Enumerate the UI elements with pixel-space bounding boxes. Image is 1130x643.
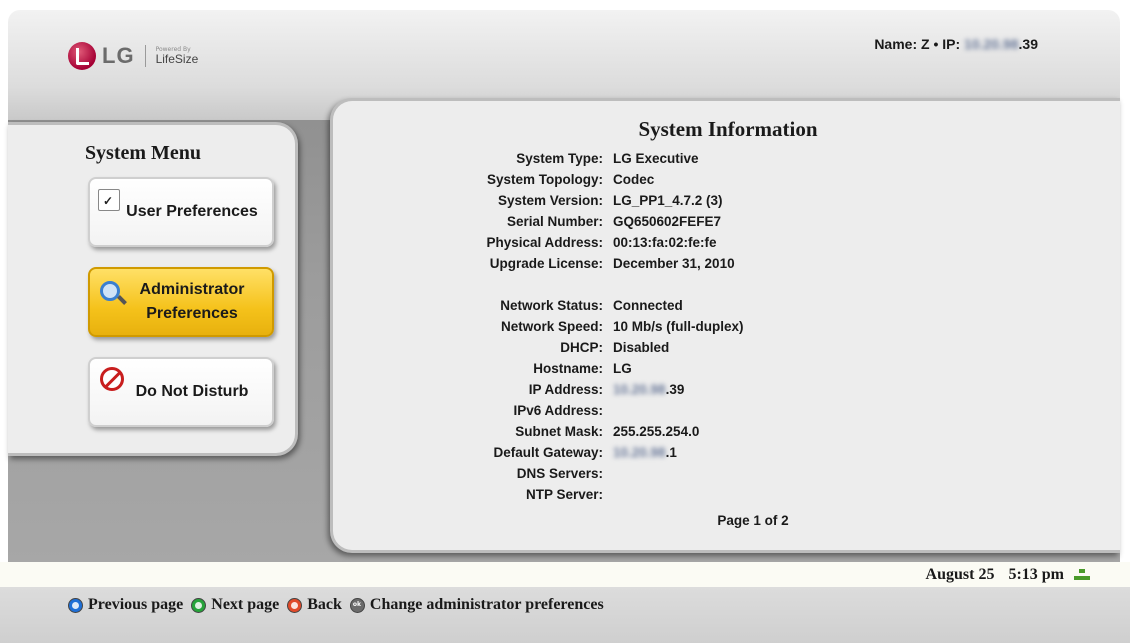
info-row: System Version: LG_PP1_4.7.2 (3) [333, 193, 1123, 214]
ip-suffix: .39 [665, 382, 685, 397]
info-label: Physical Address: [486, 235, 603, 250]
do-not-disturb-label: Do Not Disturb [135, 383, 249, 400]
redacted-gateway: 10.20.98 [613, 445, 666, 460]
info-row: NTP Server: [333, 487, 1123, 508]
info-row: Default Gateway: 10.20.98.1 [333, 445, 1123, 466]
info-label: DHCP: [560, 340, 603, 355]
change-preferences-hint[interactable]: Change administrator preferences [370, 596, 604, 614]
info-row: Upgrade License: December 31, 2010 [333, 256, 1123, 277]
info-label: IP Address: [528, 382, 603, 397]
info-label: System Version: [497, 193, 603, 208]
info-value: December 31, 2010 [613, 256, 735, 271]
system-information-panel: System Information System Type: LG Execut… [330, 98, 1120, 553]
info-row: Hostname: LG [333, 361, 1123, 382]
info-value: LG [613, 361, 632, 376]
panel-title: System Information [638, 117, 818, 141]
info-label: System Topology: [486, 172, 603, 187]
do-not-disturb-button[interactable]: Do Not Disturb [88, 357, 274, 427]
date-text: August 25 [925, 566, 995, 583]
info-label: Upgrade License: [489, 256, 603, 271]
date-time: August 25 5:13 pm [926, 566, 1090, 584]
page-indicator: Page 1 of 2 [717, 513, 789, 528]
blue-button-icon [68, 597, 83, 613]
info-value: 10 Mb/s (full-duplex) [613, 319, 744, 334]
info-value: Disabled [613, 340, 670, 355]
info-value: LG_PP1_4.7.2 (3) [613, 193, 723, 208]
time-text: 5:13 pm [1008, 566, 1064, 583]
partner-name: LifeSize [155, 52, 199, 66]
logo-divider [144, 45, 146, 67]
user-preferences-label: User Preferences [126, 203, 258, 220]
back-hint[interactable]: Back [307, 596, 342, 614]
info-label: NTP Server: [525, 487, 603, 502]
ip-label: IP: [942, 36, 961, 52]
info-row: DNS Servers: [333, 466, 1123, 487]
ip-redacted: 10.20.98 [964, 36, 1019, 52]
info-value: 255.255.254.0 [613, 424, 700, 439]
info-label: Network Speed: [500, 319, 603, 334]
info-value: Codec [613, 172, 655, 187]
info-label: System Type: [516, 151, 603, 166]
red-button-icon [287, 597, 303, 613]
system-menu-panel: System Menu User Preferences Administrat… [8, 122, 298, 456]
no-phone-icon [100, 367, 124, 391]
name-value: Z [921, 36, 930, 52]
redacted-ip: 10.20.98 [613, 382, 666, 397]
info-value: GQ650602FEFE7 [613, 214, 722, 229]
gateway-suffix: .1 [665, 445, 677, 460]
network-icon [1074, 569, 1090, 581]
info-row: DHCP: Disabled [333, 340, 1123, 361]
ip-suffix: .39 [1018, 36, 1038, 52]
info-label: Serial Number: [506, 214, 603, 229]
info-label: IPv6 Address: [513, 403, 603, 418]
info-row: Network Status: Connected [333, 298, 1123, 319]
info-row: System Type: LG Executive [333, 151, 1123, 172]
info-row: Subnet Mask: 255.255.254.0 [333, 424, 1123, 445]
info-label: Default Gateway: [493, 445, 603, 460]
lg-logo-icon [68, 42, 96, 70]
info-value: 10.20.98.1 [613, 445, 677, 460]
info-row: IPv6 Address: [333, 403, 1123, 424]
key-hints: Previous page Next page Back Change admi… [68, 596, 612, 614]
brand-logo: LG Powered By LifeSize [68, 36, 198, 76]
name-label: Name: [874, 36, 918, 52]
separator-dot: • [933, 36, 943, 52]
info-value: LG Executive [613, 151, 699, 166]
info-row: Network Speed: 10 Mb/s (full-duplex) [333, 319, 1123, 340]
info-label: Subnet Mask: [515, 424, 603, 439]
green-button-icon [191, 597, 207, 613]
user-preferences-button[interactable]: User Preferences [88, 177, 274, 247]
administrator-preferences-button[interactable]: Administrator Preferences [88, 267, 274, 337]
ok-button-icon [349, 597, 365, 613]
info-label: Hostname: [533, 361, 603, 376]
info-row: IP Address: 10.20.98.39 [333, 382, 1123, 403]
partner-logo: Powered By LifeSize [155, 47, 199, 66]
info-label: DNS Servers: [516, 466, 603, 481]
info-value: Connected [613, 298, 683, 313]
system-menu-title: System Menu [84, 142, 202, 164]
document-check-icon [98, 189, 120, 211]
magnifier-icon [100, 281, 120, 301]
info-value: 10.20.98.39 [613, 382, 684, 397]
info-row: Physical Address: 00:13:fa:02:fe:fe [333, 235, 1123, 256]
info-label: Network Status: [500, 298, 603, 313]
info-row: System Topology: Codec [333, 172, 1123, 193]
system-name-ip: Name: Z • IP: 10.20.98.39 [874, 36, 1038, 52]
info-row: Serial Number: GQ650602FEFE7 [333, 214, 1123, 235]
next-page-hint[interactable]: Next page [211, 596, 279, 614]
brand-name: LG [102, 43, 135, 68]
previous-page-hint[interactable]: Previous page [88, 596, 183, 614]
info-value: 00:13:fa:02:fe:fe [613, 235, 717, 250]
